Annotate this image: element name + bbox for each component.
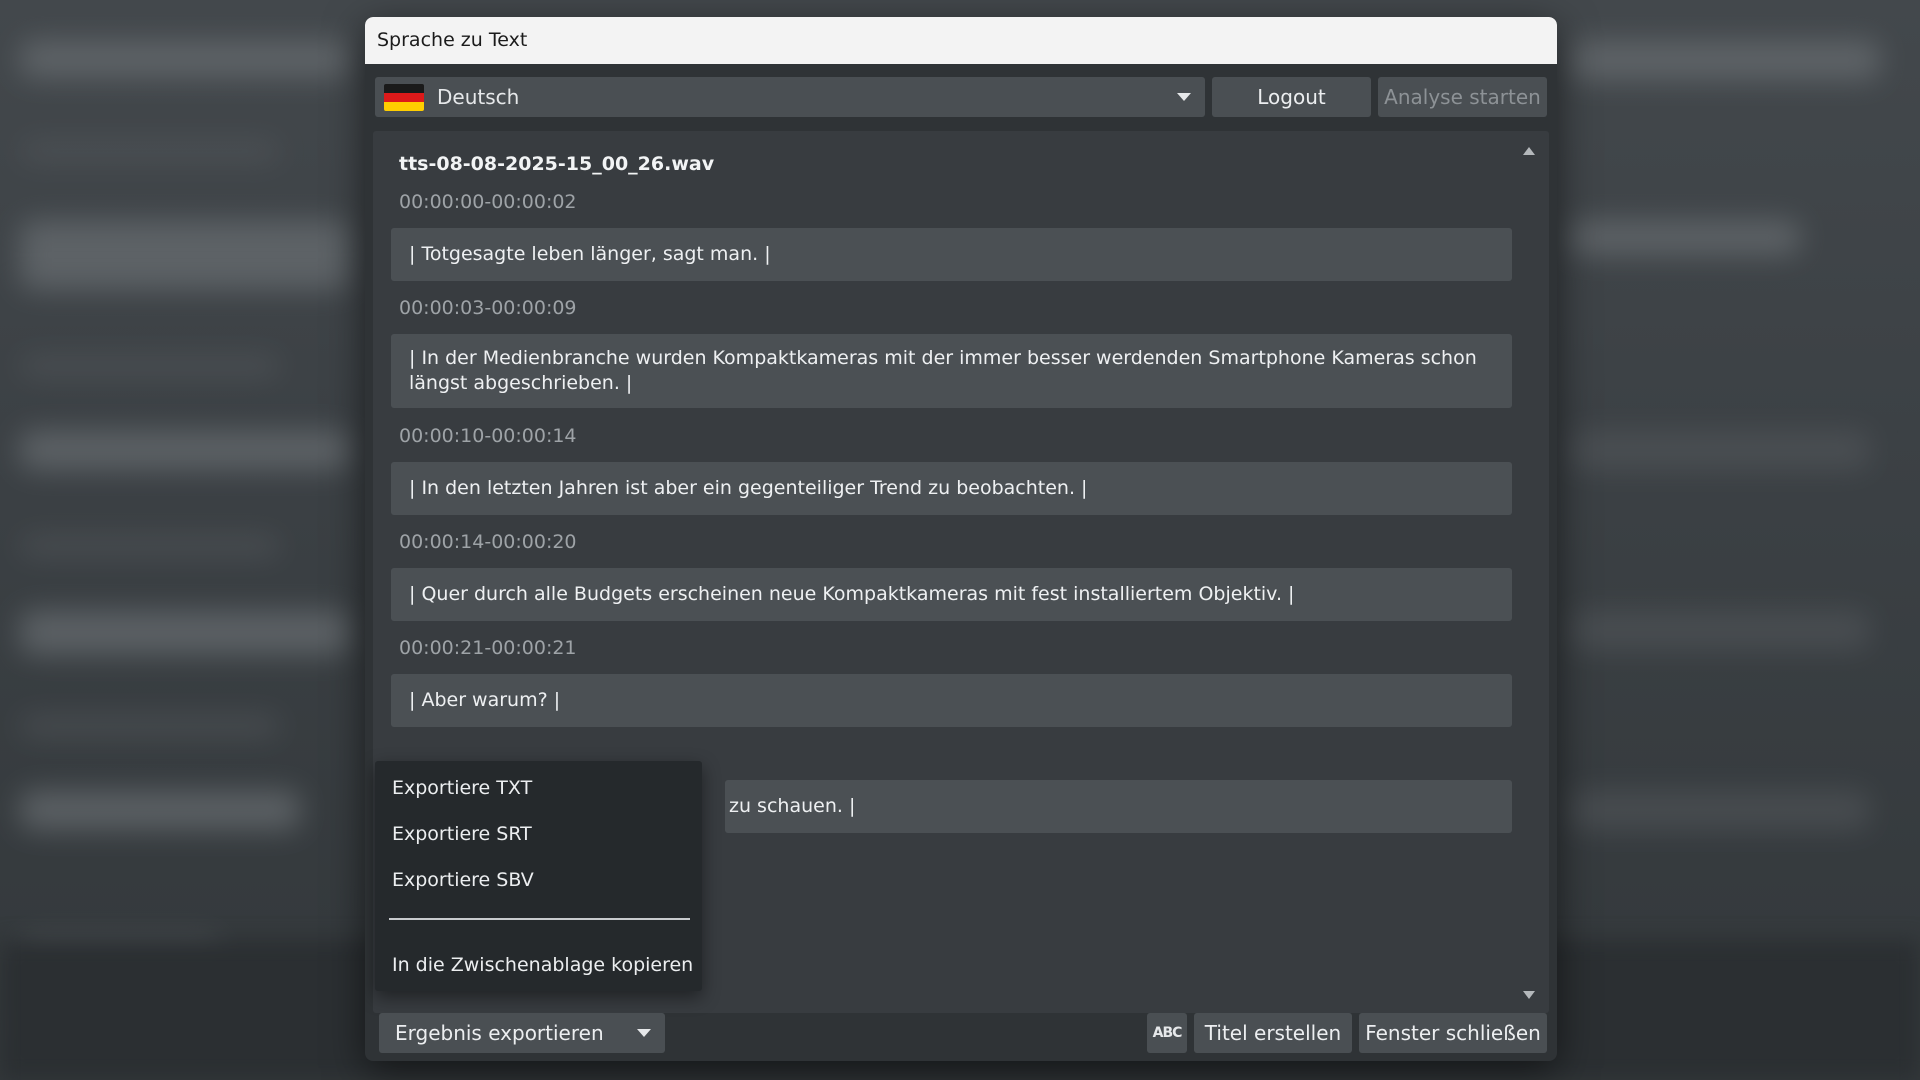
transcript-segment[interactable]: | In den letzten Jahren ist aber ein geg… [391, 462, 1512, 515]
spellcheck-icon: ABC [1152, 1025, 1183, 1041]
segment-timestamp: 00:00:21-00:00:21 [399, 637, 577, 659]
logout-button[interactable]: Logout [1212, 77, 1371, 117]
export-result-label: Ergebnis exportieren [395, 1021, 604, 1045]
menu-item-copy-clipboard[interactable]: In die Zwischenablage kopieren [392, 954, 693, 976]
dialog-title: Sprache zu Text [365, 17, 1557, 64]
menu-item-export-srt[interactable]: Exportiere SRT [392, 823, 532, 845]
language-select[interactable]: Deutsch [375, 77, 1205, 117]
segment-timestamp: 00:00:00-00:00:02 [399, 191, 577, 213]
spellcheck-button[interactable]: ABC [1147, 1013, 1187, 1053]
close-window-button[interactable]: Fenster schließen [1359, 1013, 1547, 1053]
transcript-segment[interactable]: | Totgesagte leben länger, sagt man. | [391, 228, 1512, 281]
menu-divider [389, 918, 690, 920]
start-analysis-button[interactable]: Analyse starten [1378, 77, 1547, 117]
segment-timestamp: 00:00:10-00:00:14 [399, 425, 577, 447]
scroll-down-arrow-icon[interactable] [1523, 991, 1535, 999]
speech-to-text-dialog: Sprache zu Text Deutsch Logout Analyse s… [365, 17, 1557, 1061]
segment-timestamp: 00:00:14-00:00:20 [399, 531, 577, 553]
transcript-segment[interactable]: | Aber warum? | [391, 674, 1512, 727]
create-title-button[interactable]: Titel erstellen [1194, 1013, 1352, 1053]
export-result-select[interactable]: Ergebnis exportieren [379, 1013, 665, 1053]
chevron-down-icon [1177, 93, 1191, 101]
chevron-down-icon [637, 1029, 651, 1037]
export-menu: Exportiere TXT Exportiere SRT Exportiere… [375, 761, 702, 991]
transcript-segment[interactable]: zu schauen. | [725, 780, 1512, 833]
menu-item-export-sbv[interactable]: Exportiere SBV [392, 869, 534, 891]
toolbar: Deutsch Logout Analyse starten [375, 77, 1547, 117]
transcript-segment[interactable]: | In der Medienbranche wurden Kompaktkam… [391, 334, 1512, 408]
transcript-segment[interactable]: | Quer durch alle Budgets erscheinen neu… [391, 568, 1512, 621]
german-flag-icon [384, 83, 424, 111]
menu-item-export-txt[interactable]: Exportiere TXT [392, 777, 532, 799]
scroll-up-arrow-icon[interactable] [1523, 147, 1535, 155]
audio-filename: tts-08-08-2025-15_00_26.wav [399, 153, 715, 175]
language-label: Deutsch [437, 85, 520, 109]
segment-timestamp: 00:00:03-00:00:09 [399, 297, 577, 319]
